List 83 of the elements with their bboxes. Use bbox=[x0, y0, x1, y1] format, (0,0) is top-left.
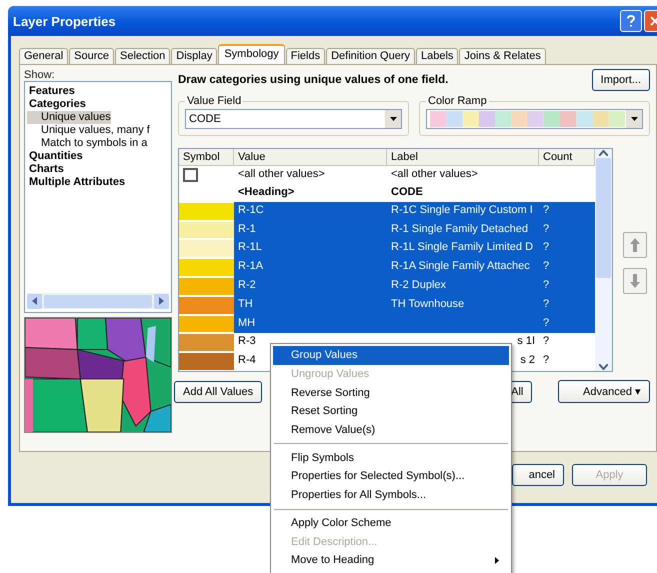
column-header[interactable]: Count bbox=[539, 149, 595, 166]
tree-item[interactable]: Unique values bbox=[27, 111, 111, 124]
tree-item[interactable]: Quantities bbox=[27, 150, 83, 163]
move-down-button[interactable] bbox=[623, 268, 647, 294]
tab[interactable]: Selection bbox=[115, 48, 170, 64]
help-button[interactable] bbox=[620, 10, 642, 32]
count-cell: ? bbox=[539, 296, 595, 315]
menu-item[interactable]: Properties for Selected Symbol(s)... bbox=[273, 467, 509, 486]
close-icon bbox=[650, 16, 657, 26]
label-cell: R-1L Single Family Limited D bbox=[387, 239, 539, 258]
column-header[interactable]: Symbol bbox=[179, 149, 234, 166]
tab[interactable]: Symbology bbox=[218, 44, 285, 64]
value-cell[interactable]: TH bbox=[234, 296, 387, 315]
help-icon bbox=[627, 15, 635, 27]
move-up-button[interactable] bbox=[623, 232, 647, 258]
left-arrow-icon bbox=[32, 297, 37, 305]
window-title: Layer Properties bbox=[13, 14, 117, 28]
tree-item[interactable]: Match to symbols in a bbox=[27, 137, 148, 150]
value-field-label: Value Field bbox=[186, 95, 242, 107]
tree-item[interactable]: Charts bbox=[27, 163, 64, 176]
tab[interactable]: Fields bbox=[286, 48, 326, 64]
tab[interactable]: Definition Query bbox=[326, 48, 415, 64]
tree-item[interactable]: Features bbox=[27, 85, 75, 98]
value-field-dropdown[interactable]: CODE bbox=[185, 109, 402, 129]
up-arrow-icon bbox=[630, 238, 640, 252]
menu-item[interactable]: Flip Symbols bbox=[273, 448, 509, 468]
tab[interactable]: General bbox=[19, 48, 68, 64]
count-cell-text: ? bbox=[542, 353, 550, 368]
value-cell[interactable]: R-2 bbox=[234, 277, 387, 296]
label-cell-text: s 1I bbox=[516, 334, 536, 350]
show-label: Show: bbox=[24, 69, 56, 81]
count-cell: ? bbox=[539, 220, 595, 240]
down-arrow-icon bbox=[630, 274, 640, 288]
value-cell[interactable]: <all other values> bbox=[234, 166, 387, 184]
label-cell-text: s 2 bbox=[519, 353, 536, 368]
dropdown-caret-icon bbox=[390, 117, 396, 121]
label-cell: TH Townhouse bbox=[387, 296, 539, 315]
value-cell[interactable]: R-1L bbox=[234, 239, 387, 258]
symbol-swatch bbox=[183, 168, 198, 182]
tree-item[interactable]: Multiple Attributes bbox=[27, 176, 126, 189]
count-cell: ? bbox=[539, 239, 595, 258]
value-cell[interactable]: R-1 bbox=[234, 220, 387, 240]
menu-item[interactable]: Reset Sorting bbox=[273, 402, 509, 421]
tab[interactable]: Joins & Relates bbox=[459, 48, 546, 64]
vertical-scrollbar[interactable] bbox=[595, 149, 612, 371]
dialog-button[interactable]: ancel bbox=[512, 464, 564, 486]
color-ramp-dropdown[interactable] bbox=[426, 109, 643, 129]
label-cell: R-1C Single Family Custom I bbox=[387, 202, 539, 221]
label-cell-text: CODE bbox=[390, 185, 424, 200]
menu-item[interactable]: Move to Heading bbox=[273, 550, 509, 570]
dropdown-caret-icon bbox=[630, 117, 638, 121]
value-cell[interactable]: <Heading> bbox=[234, 184, 387, 202]
menu-item[interactable]: Properties for All Symbols... bbox=[273, 486, 509, 504]
column-header[interactable]: Label bbox=[387, 149, 539, 166]
value-cell[interactable]: R-1C bbox=[234, 202, 387, 221]
right-arrow-icon bbox=[159, 297, 164, 305]
menu-item[interactable]: Group Values bbox=[273, 346, 509, 365]
label-cell: R-1 Single Family Detached bbox=[387, 220, 539, 240]
tab[interactable]: Display bbox=[171, 48, 218, 64]
count-cell: ? bbox=[539, 277, 595, 296]
menu-item[interactable]: Apply Color Scheme bbox=[273, 514, 509, 532]
label-cell: R-2 Duplex bbox=[387, 277, 539, 296]
color-ramp-icon bbox=[430, 111, 625, 127]
tree-item[interactable]: Categories bbox=[27, 98, 86, 111]
label-cell-text: <all other values> bbox=[390, 167, 479, 182]
column-header[interactable]: Value bbox=[234, 149, 387, 166]
horizontal-scrollbar[interactable] bbox=[27, 293, 169, 309]
count-cell-text: ? bbox=[542, 334, 550, 350]
label-cell: R-1A Single Family Attachec bbox=[387, 258, 539, 277]
add-all-values-button[interactable]: Add All Values bbox=[174, 380, 262, 402]
tree-item[interactable]: Unique values, many f bbox=[27, 124, 150, 137]
count-cell: ? bbox=[539, 314, 595, 334]
count-cell: ? bbox=[539, 202, 595, 221]
count-cell: ? bbox=[539, 258, 595, 277]
advanced-button[interactable]: Advanced ▾ bbox=[558, 380, 650, 403]
tab[interactable]: Source bbox=[69, 48, 114, 64]
tab[interactable]: Labels bbox=[416, 48, 458, 64]
color-ramp-label: Color Ramp bbox=[427, 95, 488, 107]
value-cell[interactable]: MH bbox=[234, 314, 387, 334]
menu-item[interactable]: Remove Value(s) bbox=[273, 420, 509, 440]
heading-text: Draw categories using unique values of one field. bbox=[178, 74, 448, 86]
value-cell[interactable]: R-1A bbox=[234, 258, 387, 277]
import-button[interactable]: Import... bbox=[592, 69, 650, 91]
